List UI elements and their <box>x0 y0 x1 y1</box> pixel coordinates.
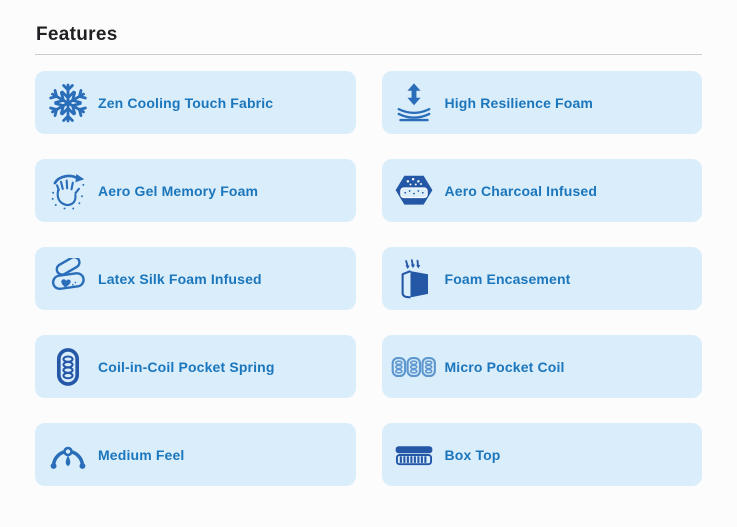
feature-card-high-resilience: High Resilience Foam <box>382 71 703 134</box>
feature-card-foam-encasement: Foam Encasement <box>382 247 703 310</box>
features-grid: Zen Cooling Touch Fabric <box>35 71 702 486</box>
latex-clamshell-icon <box>44 255 91 302</box>
hand-gel-icon <box>44 167 91 214</box>
features-section: Features <box>0 0 737 486</box>
feature-label: Foam Encasement <box>445 271 571 287</box>
feature-card-medium-feel: Medium Feel <box>35 423 356 486</box>
feature-label: High Resilience Foam <box>445 95 593 111</box>
foam-box-icon <box>391 255 438 302</box>
feature-card-micro-pocket-coil: Micro Pocket Coil <box>382 335 703 398</box>
mattress-box-icon <box>391 431 438 478</box>
feature-card-box-top: Box Top <box>382 423 703 486</box>
feature-card-gel-memory-foam: Aero Gel Memory Foam <box>35 159 356 222</box>
coil-in-coil-icon <box>44 343 91 390</box>
firmness-gauge-icon <box>44 431 91 478</box>
feature-label: Latex Silk Foam Infused <box>98 271 262 287</box>
feature-card-latex-silk: Latex Silk Foam Infused <box>35 247 356 310</box>
charcoal-hexagon-icon <box>391 167 438 214</box>
feature-card-charcoal-infused: Aero Charcoal Infused <box>382 159 703 222</box>
feature-label: Aero Charcoal Infused <box>445 183 598 199</box>
micro-coils-icon <box>391 343 438 390</box>
feature-label: Box Top <box>445 447 501 463</box>
feature-label: Coil-in-Coil Pocket Spring <box>98 359 275 375</box>
feature-label: Aero Gel Memory Foam <box>98 183 258 199</box>
feature-label: Zen Cooling Touch Fabric <box>98 95 273 111</box>
feature-card-zen-cooling: Zen Cooling Touch Fabric <box>35 71 356 134</box>
feature-label: Medium Feel <box>98 447 184 463</box>
resilience-arrows-icon <box>391 79 438 126</box>
section-title: Features <box>36 24 702 46</box>
feature-label: Micro Pocket Coil <box>445 359 565 375</box>
snowflake-icon <box>44 79 91 126</box>
feature-card-coil-in-coil: Coil-in-Coil Pocket Spring <box>35 335 356 398</box>
section-divider <box>35 54 702 55</box>
